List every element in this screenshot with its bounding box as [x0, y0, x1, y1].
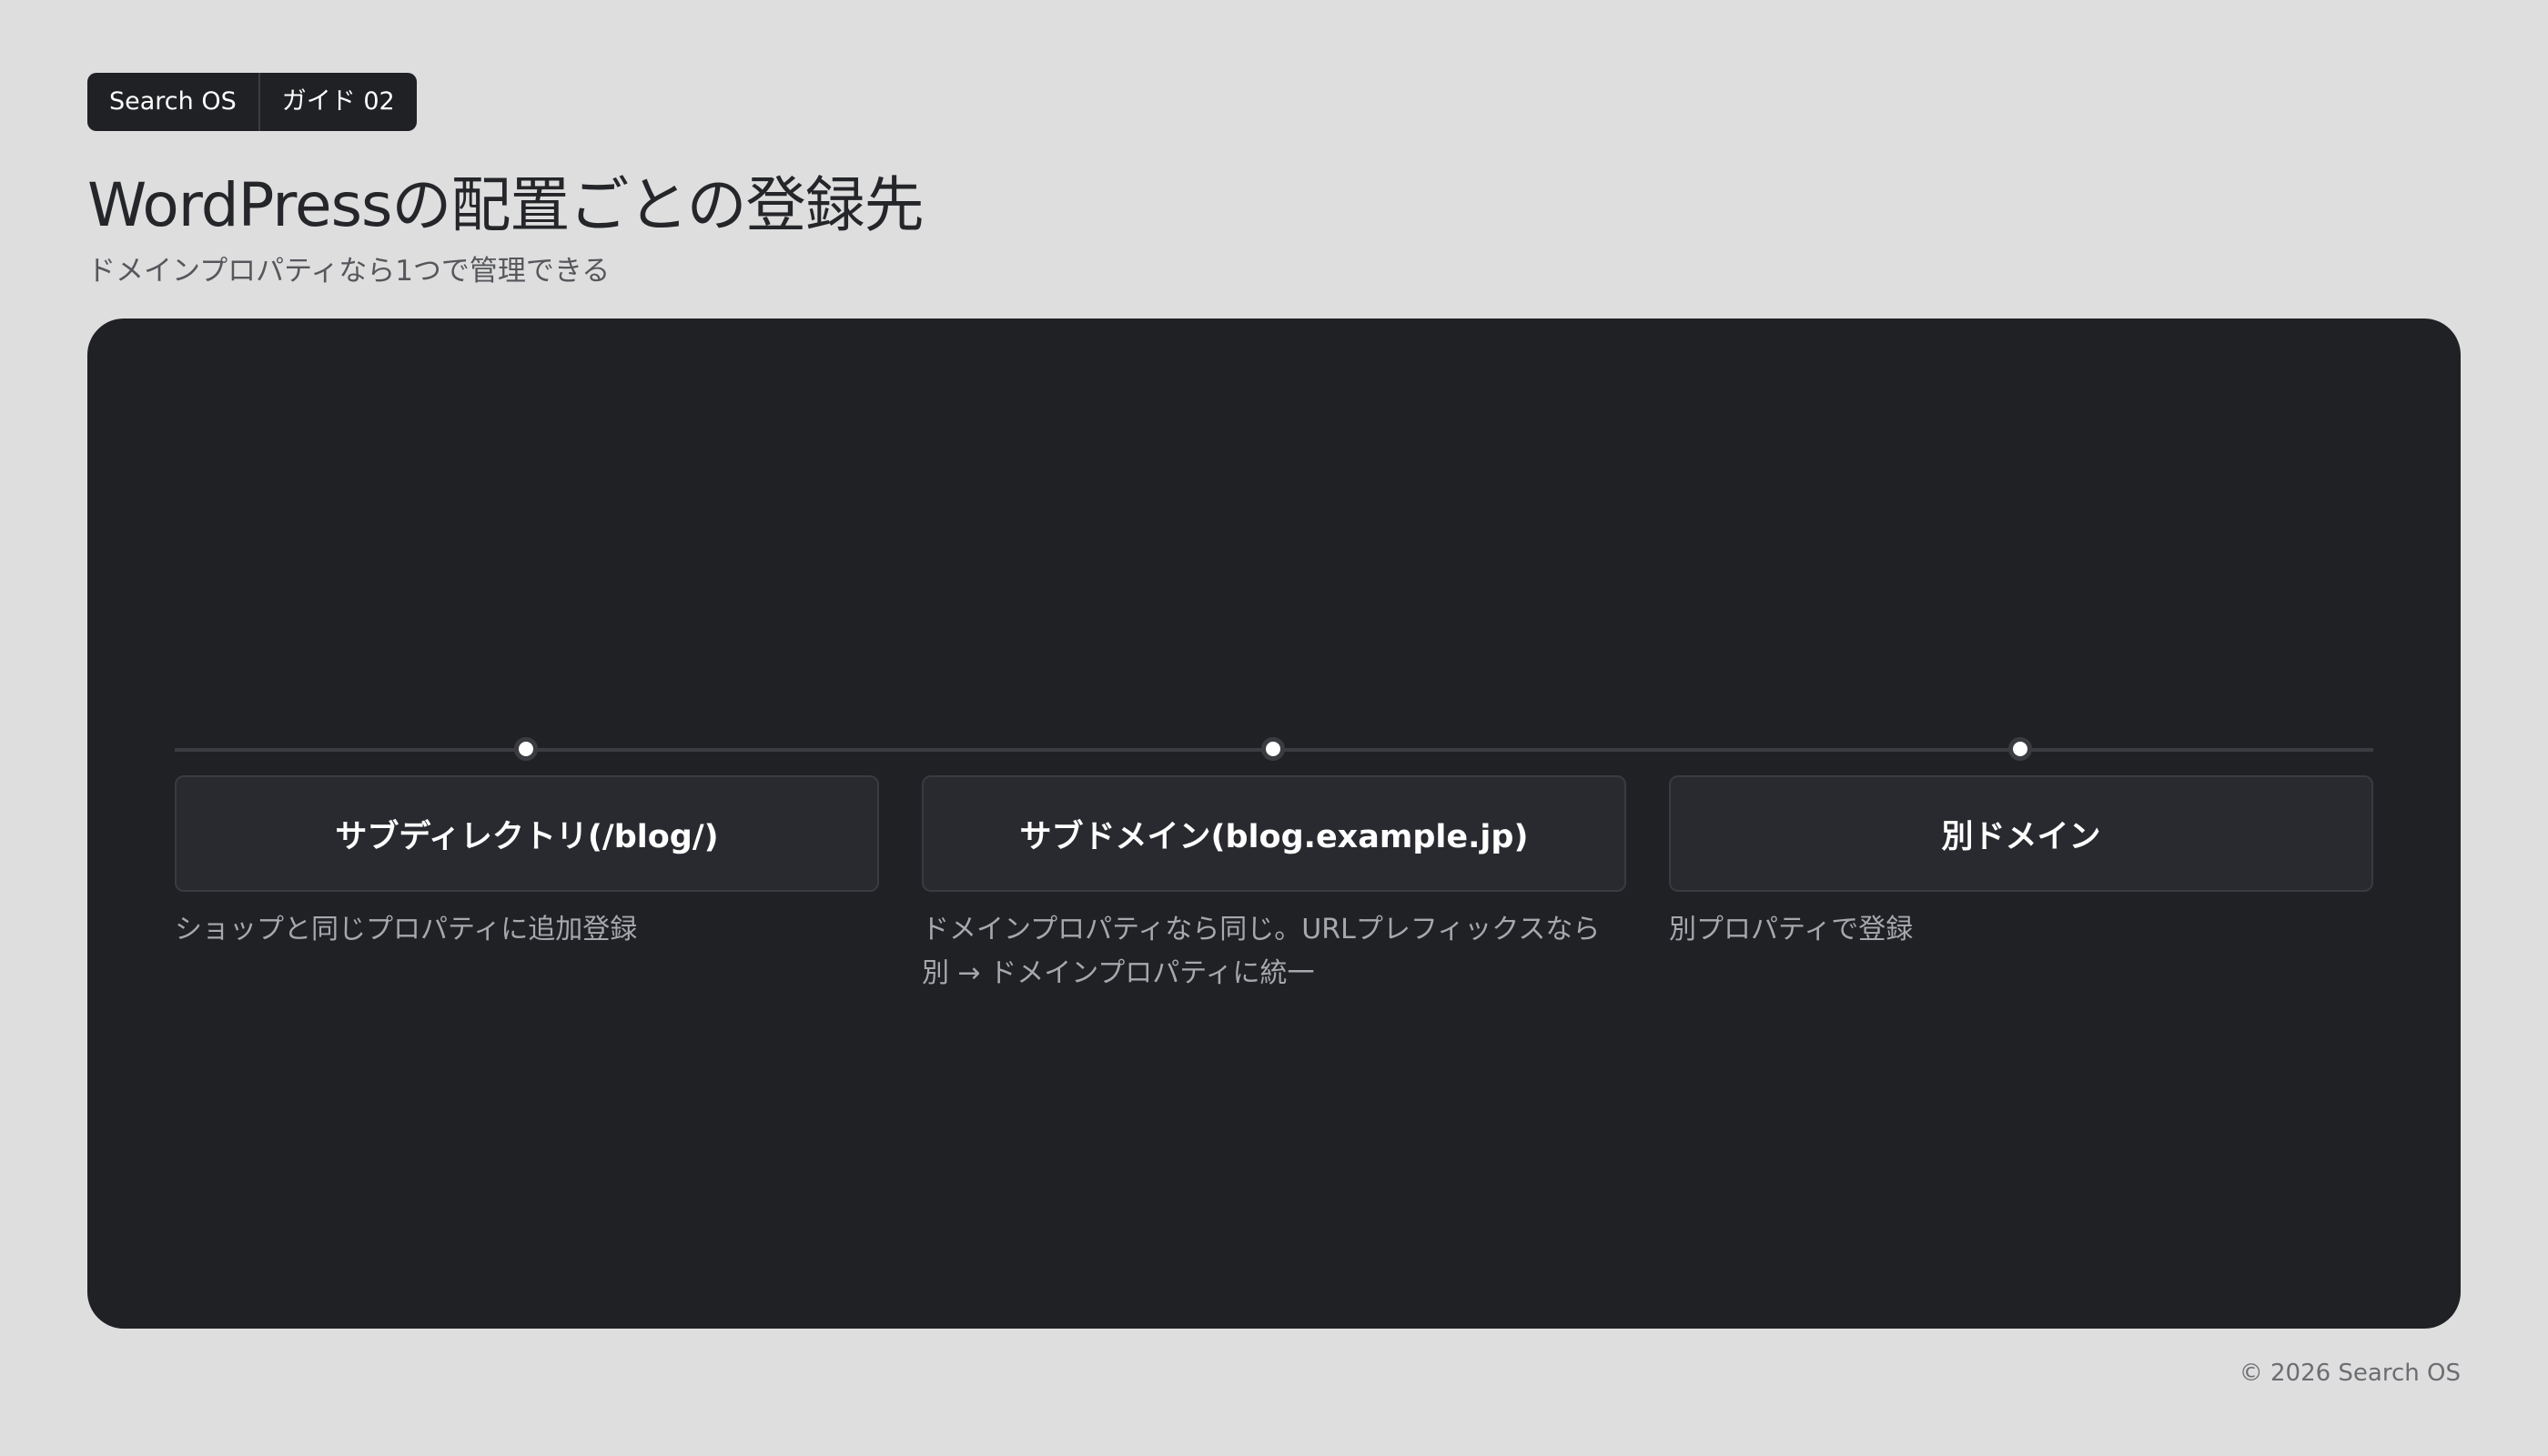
stage-card: サブディレクトリ(/blog/) — [175, 775, 879, 892]
timeline-node-dot — [2008, 737, 2032, 761]
page-title: WordPressの配置ごとの登録先 — [87, 170, 925, 240]
stage-title: 別ドメイン — [1941, 818, 2101, 855]
timeline-node-dot — [1261, 737, 1285, 761]
stage-subdirectory: サブディレクトリ(/blog/) ショップと同じプロパティに追加登録 — [175, 318, 879, 1329]
stage-title: サブディレクトリ(/blog/) — [335, 818, 719, 855]
diagram-panel: サブディレクトリ(/blog/) ショップと同じプロパティに追加登録 サブドメイ… — [87, 318, 2461, 1329]
footer-copyright: © 2026 Search OS — [2239, 1360, 2461, 1387]
stage-subdomain: サブドメイン(blog.example.jp) ドメインプロパティなら同じ。UR… — [922, 318, 1626, 1329]
breadcrumb: Search OS ガイド 02 — [87, 73, 417, 131]
stage-description: ドメインプロパティなら同じ。URLプレフィックスなら別 → ドメインプロパティに… — [922, 914, 1601, 989]
stage-separate-domain: 別ドメイン 別プロパティで登録 — [1669, 318, 2373, 1329]
timeline-node-dot — [514, 737, 538, 761]
stage-description: 別プロパティで登録 — [1669, 914, 1914, 945]
stage-description: ショップと同じプロパティに追加登録 — [175, 914, 638, 945]
stage-title: サブドメイン(blog.example.jp) — [1019, 818, 1529, 855]
brand-badge: Search OS — [109, 87, 237, 116]
page-subtitle: ドメインプロパティなら1つで管理できる — [87, 255, 611, 288]
stage-card: サブドメイン(blog.example.jp) — [922, 775, 1626, 892]
guide-number-badge: ガイド 02 — [258, 73, 417, 131]
stage-card: 別ドメイン — [1669, 775, 2373, 892]
